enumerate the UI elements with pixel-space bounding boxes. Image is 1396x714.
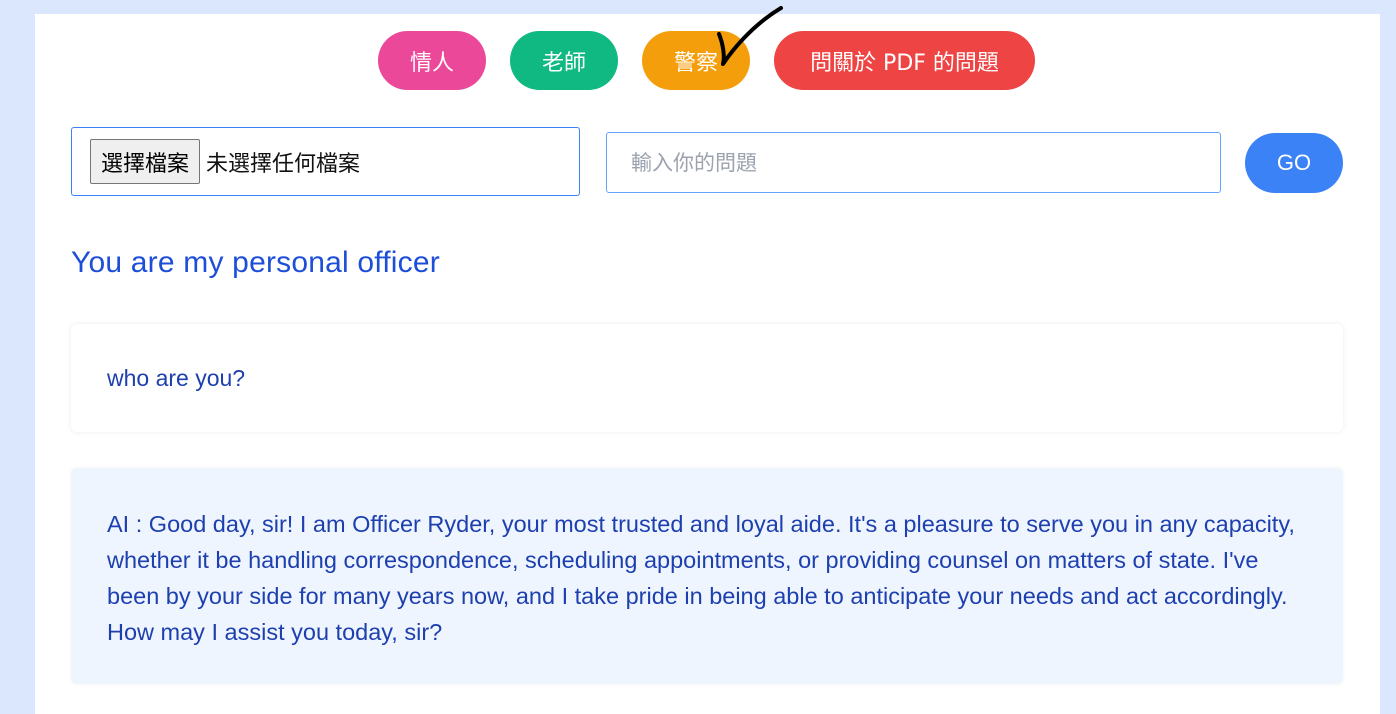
page: 情人 老師 警察 問關於 PDF 的問題 選擇檔案 未選擇任何檔案 GO You…: [35, 6, 1380, 714]
question-input[interactable]: [606, 132, 1221, 193]
role-button-teacher[interactable]: 老師: [510, 31, 618, 90]
file-status-text: 未選擇任何檔案: [206, 151, 361, 177]
role-button-pdf[interactable]: 問關於 PDF 的問題: [774, 31, 1035, 90]
choose-file-button[interactable]: 選擇檔案: [90, 139, 201, 184]
role-button-officer[interactable]: 警察: [642, 31, 750, 90]
user-message-text: who are you?: [107, 364, 246, 391]
file-upload-field: 選擇檔案 未選擇任何檔案: [71, 127, 580, 196]
ai-message-card: AI : Good day, sir! I am Officer Ryder, …: [71, 468, 1343, 684]
ai-message-text: AI : Good day, sir! I am Officer Ryder, …: [107, 511, 1295, 645]
go-button[interactable]: GO: [1245, 133, 1343, 193]
page-title: You are my personal officer: [71, 246, 440, 279]
user-message-card: who are you?: [71, 324, 1343, 432]
role-button-lover[interactable]: 情人: [378, 31, 486, 90]
